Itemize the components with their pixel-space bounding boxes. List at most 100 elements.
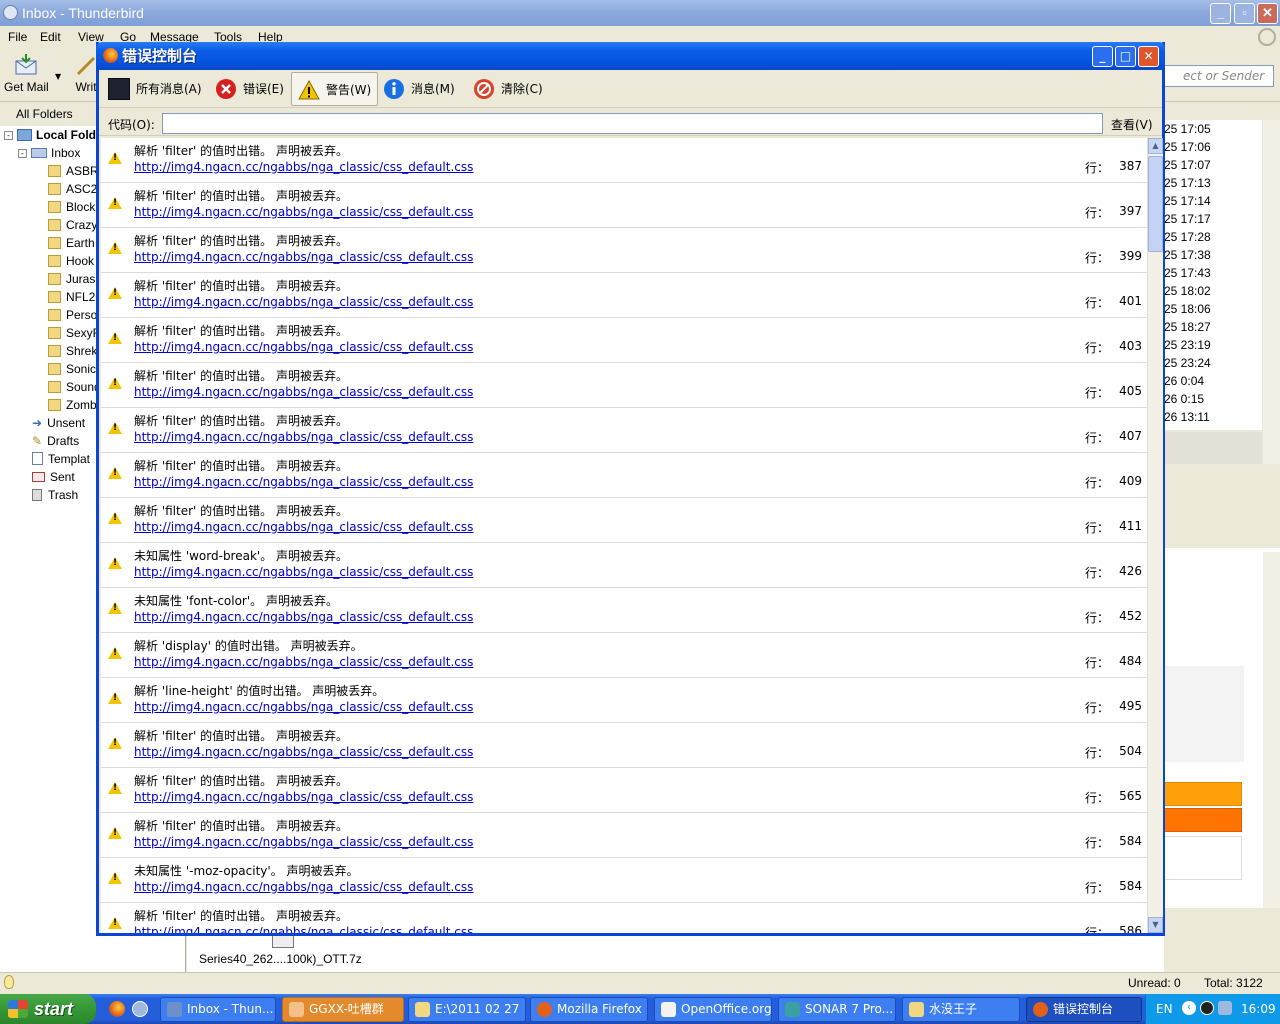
message-source-link[interactable]: http://img4.ngacn.cc/ngabbs/nga_classic/… (134, 520, 473, 534)
console-message[interactable]: 解析 'filter' 的值时出错。 声明被丢弃。 http://img4.nga… (101, 408, 1147, 453)
folder-item[interactable]: Block (48, 200, 95, 214)
console-message[interactable]: 解析 'filter' 的值时出错。 声明被丢弃。 http://img4.nga… (101, 183, 1147, 228)
folder-item[interactable]: ASBR (48, 164, 99, 178)
message-source-link[interactable]: http://img4.ngacn.cc/ngabbs/nga_classic/… (134, 925, 473, 933)
scroll-up-arrow-icon[interactable]: ▲ (1148, 138, 1163, 154)
search-input[interactable]: ect or Sender (1164, 65, 1274, 87)
console-scrollbar[interactable]: ▲ ▼ (1147, 138, 1163, 933)
console-minimize-button[interactable]: _ (1092, 46, 1113, 67)
message-source-link[interactable]: http://img4.ngacn.cc/ngabbs/nga_classic/… (134, 430, 473, 444)
message-source-link[interactable]: http://img4.ngacn.cc/ngabbs/nga_classic/… (134, 655, 473, 669)
message-date[interactable]: 25 17:07 (1164, 156, 1262, 174)
message-date[interactable]: 26 0:15 (1164, 390, 1262, 408)
message-date[interactable]: 25 17:14 (1164, 192, 1262, 210)
folder-item[interactable]: Earth (48, 236, 95, 250)
task-sonar[interactable]: SONAR 7 Pro... (778, 997, 896, 1022)
folder-item[interactable]: Perso (48, 308, 97, 322)
folder-inbox[interactable]: - Inbox (18, 146, 80, 160)
message-date[interactable]: 26 0:04 (1164, 372, 1262, 390)
console-message[interactable]: 解析 'filter' 的值时出错。 声明被丢弃。 http://img4.nga… (101, 498, 1147, 543)
message-source-link[interactable]: http://img4.ngacn.cc/ngabbs/nga_classic/… (134, 610, 473, 624)
message-source-link[interactable]: http://img4.ngacn.cc/ngabbs/nga_classic/… (134, 250, 473, 264)
offline-icon[interactable] (4, 975, 14, 989)
message-date[interactable]: 25 17:13 (1164, 174, 1262, 192)
task-explorer[interactable]: E:\2011 02 27 (408, 997, 526, 1022)
folder-item[interactable]: Hook (48, 254, 94, 268)
console-message[interactable]: 解析 'filter' 的值时出错。 声明被丢弃。 http://img4.nga… (101, 138, 1147, 183)
task-firefox[interactable]: Mozilla Firefox (530, 997, 648, 1022)
console-message[interactable]: 解析 'filter' 的值时出错。 声明被丢弃。 http://img4.nga… (101, 318, 1147, 363)
firefox-quicklaunch-icon[interactable] (109, 1001, 125, 1017)
get-mail-dropdown-icon[interactable]: ▼ (55, 72, 61, 81)
message-list-scrollbar[interactable] (1263, 120, 1280, 464)
message-source-link[interactable]: http://img4.ngacn.cc/ngabbs/nga_classic/… (134, 340, 473, 354)
folder-item[interactable]: Juras (48, 272, 95, 286)
console-message[interactable]: 解析 'filter' 的值时出错。 声明被丢弃。 http://img4.nga… (101, 903, 1147, 933)
task-folder[interactable]: 水没王子 (902, 997, 1020, 1022)
message-date[interactable]: 25 17:06 (1164, 138, 1262, 156)
close-button[interactable]: ✕ (1257, 3, 1278, 24)
task-thunderbird[interactable]: Inbox - Thun... (160, 997, 276, 1022)
folder-sent[interactable]: Sent (32, 470, 75, 484)
message-date[interactable]: 26 13:11 (1164, 408, 1262, 426)
folder-pane-header[interactable]: All Folders (0, 104, 100, 124)
message-date[interactable]: 25 18:06 (1164, 300, 1262, 318)
code-input[interactable] (162, 113, 1103, 134)
preview-scrollbar[interactable] (1263, 552, 1280, 908)
attachment-name[interactable]: Series40_262....100k)_OTT.7z (199, 952, 362, 966)
folder-trash[interactable]: Trash (32, 488, 78, 502)
console-message[interactable]: 未知属性 'word-break'。 声明被丢弃。 http://img4.nga… (101, 543, 1147, 588)
collapse-icon[interactable]: - (4, 131, 13, 140)
console-close-button[interactable]: ✕ (1138, 46, 1159, 67)
message-date[interactable]: 25 17:28 (1164, 228, 1262, 246)
folder-item[interactable]: Crazy (48, 218, 97, 232)
message-source-link[interactable]: http://img4.ngacn.cc/ngabbs/nga_classic/… (134, 835, 473, 849)
task-chat[interactable]: GGXX-吐槽群 (282, 997, 404, 1022)
console-message[interactable]: 解析 'filter' 的值时出错。 声明被丢弃。 http://img4.nga… (101, 723, 1147, 768)
maximize-button[interactable]: ▫ (1234, 3, 1255, 24)
console-message[interactable]: 解析 'filter' 的值时出错。 声明被丢弃。 http://img4.nga… (101, 453, 1147, 498)
tab-all-messages[interactable]: 所有消息(A) (102, 72, 208, 106)
folder-item[interactable]: Zomb (48, 398, 97, 412)
local-folders[interactable]: - Local Folde (4, 128, 103, 142)
console-message[interactable]: 解析 'filter' 的值时出错。 声明被丢弃。 http://img4.nga… (101, 228, 1147, 273)
folder-unsent[interactable]: ➜ Unsent (32, 416, 85, 430)
start-button[interactable]: start (0, 994, 96, 1024)
tab-messages[interactable]: 消息(M) (377, 72, 461, 106)
console-message[interactable]: 解析 'filter' 的值时出错。 声明被丢弃。 http://img4.nga… (101, 813, 1147, 858)
message-date[interactable]: 25 17:43 (1164, 264, 1262, 282)
console-message[interactable]: 解析 'display' 的值时出错。 声明被丢弃。 http://img4.ng… (101, 633, 1147, 678)
message-date[interactable]: 25 17:05 (1164, 120, 1262, 138)
tray-expand-icon[interactable]: ‹ (1182, 1001, 1196, 1015)
console-message[interactable]: 未知属性 'font-color'。 声明被丢弃。 http://img4.nga… (101, 588, 1147, 633)
scroll-thumb[interactable] (1148, 156, 1163, 252)
menu-file[interactable]: File (8, 30, 27, 44)
console-maximize-button[interactable]: □ (1115, 46, 1136, 67)
folder-item[interactable]: SexyF (48, 326, 100, 340)
console-message[interactable]: 未知属性 '-moz-opacity'。 声明被丢弃。 http://img4.n… (101, 858, 1147, 903)
console-message[interactable]: 解析 'filter' 的值时出错。 声明被丢弃。 http://img4.nga… (101, 768, 1147, 813)
folder-item[interactable]: Sound (48, 380, 101, 394)
get-mail-button[interactable]: Get Mail (4, 54, 49, 94)
folder-drafts[interactable]: ✎ Drafts (32, 434, 79, 448)
task-error-console[interactable]: 错误控制台 (1026, 997, 1142, 1022)
message-date[interactable]: 25 17:17 (1164, 210, 1262, 228)
write-button[interactable]: Writ (74, 54, 98, 94)
network-icon[interactable] (1218, 1001, 1232, 1015)
message-source-link[interactable]: http://img4.ngacn.cc/ngabbs/nga_classic/… (134, 790, 473, 804)
evaluate-button[interactable]: 查看(V) (1111, 116, 1153, 133)
console-message[interactable]: 解析 'line-height' 的值时出错。 声明被丢弃。 http://img… (101, 678, 1147, 723)
folder-item[interactable]: Sonic (48, 362, 96, 376)
tab-warnings[interactable]: 警告(W) (291, 72, 379, 106)
console-message[interactable]: 解析 'filter' 的值时出错。 声明被丢弃。 http://img4.nga… (101, 363, 1147, 408)
message-source-link[interactable]: http://img4.ngacn.cc/ngabbs/nga_classic/… (134, 745, 473, 759)
message-source-link[interactable]: http://img4.ngacn.cc/ngabbs/nga_classic/… (134, 385, 473, 399)
task-openoffice[interactable]: OpenOffice.org (654, 997, 772, 1022)
language-indicator[interactable]: EN (1156, 1002, 1173, 1016)
folder-item[interactable]: Shrek (48, 344, 97, 358)
folder-item[interactable]: NFL20 (48, 290, 102, 304)
qq-icon[interactable] (1200, 1001, 1214, 1015)
message-source-link[interactable]: http://img4.ngacn.cc/ngabbs/nga_classic/… (134, 160, 473, 174)
thunderbird-quicklaunch-icon[interactable] (132, 1001, 148, 1017)
message-date[interactable]: 25 17:38 (1164, 246, 1262, 264)
